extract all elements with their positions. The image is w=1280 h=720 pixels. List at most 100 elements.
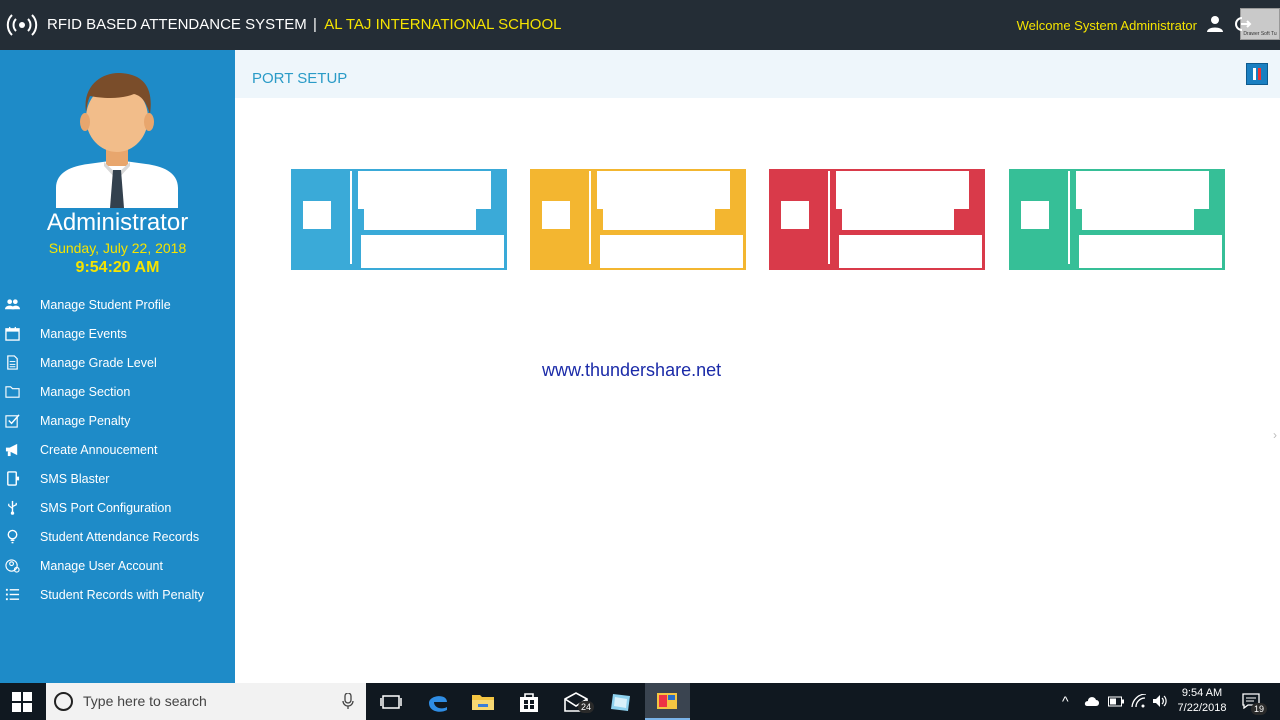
current-date: Sunday, July 22, 2018 [48, 240, 187, 256]
tile-value-box [1076, 171, 1209, 209]
watermark-text: www.thundershare.net [542, 360, 722, 380]
cortana-icon [54, 692, 73, 711]
menu-label: Manage User Account [40, 558, 163, 573]
lightbulb-icon [7, 529, 18, 544]
port-settings-button[interactable] [1246, 63, 1268, 85]
onedrive-cloud-icon[interactable] [1084, 695, 1100, 707]
tile-divider [350, 171, 352, 264]
port-tile-yellow[interactable] [530, 169, 746, 270]
tile-value-box [597, 171, 730, 209]
page-title: PORT SETUP [252, 70, 348, 87]
microphone-icon[interactable] [342, 693, 354, 710]
sidebar-item-manage-grade-level[interactable]: Manage Grade Level [0, 348, 235, 377]
logout-icon[interactable] [1235, 15, 1253, 33]
admin-name: Administrator [46, 209, 189, 236]
menu-label: SMS Blaster [40, 471, 110, 486]
tile-icon-box [303, 201, 331, 229]
menu-label: Manage Student Profile [40, 297, 171, 312]
system-name: RFID BASED ATTENDANCE SYSTEM [47, 16, 307, 33]
menu-label: Manage Events [40, 326, 127, 341]
task-view-icon[interactable] [378, 689, 404, 715]
mail-badge: 24 [578, 701, 595, 713]
tile-value-box-lower [603, 207, 715, 230]
rfid-signal-icon [6, 14, 38, 36]
port-tile-red[interactable] [769, 169, 985, 270]
app-tile-icon[interactable] [608, 689, 634, 715]
sidebar-item-sms-blaster[interactable]: SMS Blaster [0, 464, 235, 493]
sidebar-item-student-attendance-records[interactable]: Student Attendance Records [0, 522, 235, 551]
sidebar-item-sms-port-configuration[interactable]: SMS Port Configuration [0, 493, 235, 522]
folder-icon [5, 386, 20, 398]
sidebar-item-manage-penalty[interactable]: Manage Penalty [0, 406, 235, 435]
calendar-icon [5, 326, 20, 341]
plug-icon [1253, 68, 1261, 80]
sidebar-item-manage-student-profile[interactable]: Manage Student Profile [0, 290, 235, 319]
tile-value-box-lower [842, 207, 954, 230]
welcome-text: Welcome System Administrator [1016, 18, 1197, 33]
title-separator: | [312, 16, 317, 33]
tile-divider [589, 171, 591, 264]
user-icon[interactable] [1206, 15, 1224, 33]
tile-value-box [836, 171, 969, 209]
active-app-tab[interactable] [645, 683, 690, 720]
tile-label-box [361, 235, 504, 268]
port-tile-green[interactable] [1009, 169, 1225, 270]
sidebar-item-manage-user-account[interactable]: Manage User Account [0, 551, 235, 580]
tile-divider [828, 171, 830, 264]
app-title: RFID BASED ATTENDANCE SYSTEM | AL TAJ IN… [47, 16, 561, 33]
list-icon [5, 588, 20, 601]
port-tile-blue[interactable] [291, 169, 507, 270]
page-header: PORT SETUP [235, 50, 1280, 98]
sidebar-item-student-records-with-penalty[interactable]: Student Records with Penalty [0, 580, 235, 609]
menu-label: Student Records with Penalty [40, 587, 204, 602]
tile-value-box-lower [364, 207, 476, 230]
edge-browser-icon[interactable] [425, 689, 451, 715]
menu-label: Manage Penalty [40, 413, 131, 428]
windows-taskbar: Type here to search 24 ^ 9:54 AM 7/22/20… [0, 683, 1280, 720]
current-time: 9:54:20 AM [75, 259, 160, 276]
tile-label-box [600, 235, 743, 268]
tile-icon-box [1021, 201, 1049, 229]
menu-label: SMS Port Configuration [40, 500, 172, 515]
admin-avatar [56, 72, 178, 208]
windows-start-icon[interactable] [12, 692, 32, 712]
rfid-app-icon [657, 693, 677, 709]
sidebar: Administrator Sunday, July 22, 2018 9:54… [0, 50, 235, 683]
tile-value-box-lower [1082, 207, 1194, 230]
sidebar-item-create-annoucement[interactable]: Create Annoucement [0, 435, 235, 464]
document-icon [7, 355, 18, 370]
wifi-icon[interactable] [1131, 694, 1147, 708]
users-icon [5, 299, 20, 310]
sidebar-menu: Manage Student Profile Manage Events Man… [0, 290, 235, 609]
mobile-icon [7, 471, 20, 486]
clock-date: 7/22/2018 [1177, 702, 1227, 714]
tile-divider [1068, 171, 1070, 264]
menu-label: Manage Section [40, 384, 131, 399]
store-icon[interactable] [516, 689, 542, 715]
menu-label: Manage Grade Level [40, 355, 157, 370]
volume-icon[interactable] [1152, 694, 1168, 708]
menu-label: Student Attendance Records [40, 529, 200, 544]
battery-icon[interactable] [1108, 696, 1124, 707]
main-content: PORT SETUP www.thundershare.net › [235, 50, 1280, 683]
school-name: AL TAJ INTERNATIONAL SCHOOL [324, 16, 562, 33]
tile-label-box [1079, 235, 1222, 268]
menu-label: Create Annoucement [40, 442, 158, 457]
tile-icon-box [781, 201, 809, 229]
system-clock[interactable]: 9:54 AM 7/22/2018 [1172, 686, 1232, 716]
user-settings-icon [5, 559, 20, 573]
tile-value-box [358, 171, 491, 209]
notification-badge: 19 [1251, 703, 1268, 715]
megaphone-icon [5, 443, 18, 457]
checkbox-icon [5, 414, 20, 428]
search-placeholder: Type here to search [83, 693, 207, 709]
top-header: RFID BASED ATTENDANCE SYSTEM | AL TAJ IN… [0, 0, 1280, 50]
sidebar-item-manage-section[interactable]: Manage Section [0, 377, 235, 406]
file-explorer-icon[interactable] [470, 689, 496, 715]
tile-icon-box [542, 201, 570, 229]
taskbar-search[interactable]: Type here to search [46, 683, 366, 720]
sidebar-item-manage-events[interactable]: Manage Events [0, 319, 235, 348]
tile-label-box [839, 235, 982, 268]
chevron-up-icon[interactable]: ^ [1062, 693, 1069, 709]
chevron-right-icon: › [1273, 428, 1277, 442]
